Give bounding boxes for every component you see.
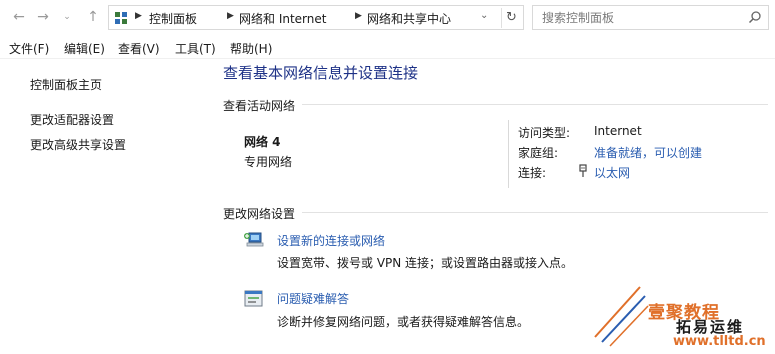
troubleshoot-problems-link[interactable]: 问题疑难解答 bbox=[277, 290, 349, 307]
address-bar[interactable]: ▶ 控制面板 ▶ 网络和 Internet ▶ 网络和共享中心 ⌄ ↻ bbox=[108, 5, 524, 30]
address-dropdown-chevron-icon[interactable]: ⌄ bbox=[480, 10, 488, 21]
ethernet-connection-link[interactable]: 以太网 bbox=[594, 164, 630, 181]
menu-view[interactable]: 查看(V) bbox=[118, 40, 160, 57]
menu-help[interactable]: 帮助(H) bbox=[230, 40, 272, 57]
vertical-divider bbox=[508, 120, 509, 188]
change-advanced-sharing-link[interactable]: 更改高级共享设置 bbox=[30, 136, 126, 153]
breadcrumb-network-sharing-center[interactable]: 网络和共享中心 bbox=[367, 10, 451, 27]
control-panel-home-link[interactable]: 控制面板主页 bbox=[30, 76, 102, 93]
homegroup-link[interactable]: 准备就绪，可以创建 bbox=[594, 144, 702, 161]
watermark-url: www.tlltd.cn bbox=[673, 334, 766, 349]
section-divider bbox=[302, 212, 768, 213]
forward-arrow-icon[interactable]: → bbox=[34, 8, 52, 26]
connections-label: 连接: bbox=[518, 166, 547, 180]
breadcrumb-separator-icon: ▶ bbox=[227, 11, 234, 21]
search-input[interactable] bbox=[533, 6, 743, 29]
network-type: 专用网络 bbox=[244, 155, 293, 169]
menu-file[interactable]: 文件(F) bbox=[9, 40, 49, 57]
access-type-label: 访问类型: bbox=[518, 126, 571, 140]
troubleshoot-icon bbox=[244, 290, 263, 307]
network-name: 网络 4 bbox=[244, 135, 281, 149]
search-icon[interactable] bbox=[748, 10, 762, 24]
breadcrumb-network-internet[interactable]: 网络和 Internet bbox=[239, 10, 326, 27]
troubleshoot-problems-description: 诊断并修复网络问题，或者获得疑难解答信息。 bbox=[277, 315, 530, 329]
up-arrow-icon[interactable]: ↑ bbox=[84, 8, 102, 26]
breadcrumb-control-panel[interactable]: 控制面板 bbox=[149, 10, 197, 27]
recent-chevron-down-icon[interactable]: ⌄ bbox=[58, 8, 76, 26]
setup-new-connection-link[interactable]: 设置新的连接或网络 bbox=[277, 232, 385, 249]
back-arrow-icon[interactable]: ← bbox=[10, 8, 28, 26]
network-setup-icon bbox=[244, 232, 264, 247]
setup-new-connection-description: 设置宽带、拨号或 VPN 连接；或设置路由器或接入点。 bbox=[277, 256, 574, 270]
page-title: 查看基本网络信息并设置连接 bbox=[223, 64, 419, 82]
control-panel-icon bbox=[115, 12, 127, 24]
menu-tools[interactable]: 工具(T) bbox=[175, 40, 216, 57]
left-navigation-pane: 控制面板主页 更改适配器设置 更改高级共享设置 bbox=[0, 60, 215, 354]
change-adapter-settings-link[interactable]: 更改适配器设置 bbox=[30, 111, 114, 128]
active-networks-heading: 查看活动网络 bbox=[223, 99, 296, 113]
search-box[interactable] bbox=[532, 5, 769, 30]
menu-edit[interactable]: 编辑(E) bbox=[64, 40, 105, 57]
breadcrumb-separator-icon: ▶ bbox=[135, 11, 142, 21]
section-divider bbox=[302, 104, 768, 105]
homegroup-label: 家庭组: bbox=[518, 146, 559, 160]
ethernet-icon bbox=[579, 164, 587, 177]
change-network-settings-heading: 更改网络设置 bbox=[223, 207, 296, 221]
access-type-value: Internet bbox=[594, 124, 642, 138]
menu-bar: 文件(F) 编辑(E) 查看(V) 工具(T) 帮助(H) bbox=[0, 37, 775, 59]
breadcrumb-separator-icon: ▶ bbox=[355, 11, 362, 21]
address-toolbar: ← → ⌄ ↑ ▶ 控制面板 ▶ 网络和 Internet ▶ 网络和共享中心 … bbox=[0, 0, 775, 36]
refresh-icon[interactable]: ↻ bbox=[501, 8, 521, 28]
